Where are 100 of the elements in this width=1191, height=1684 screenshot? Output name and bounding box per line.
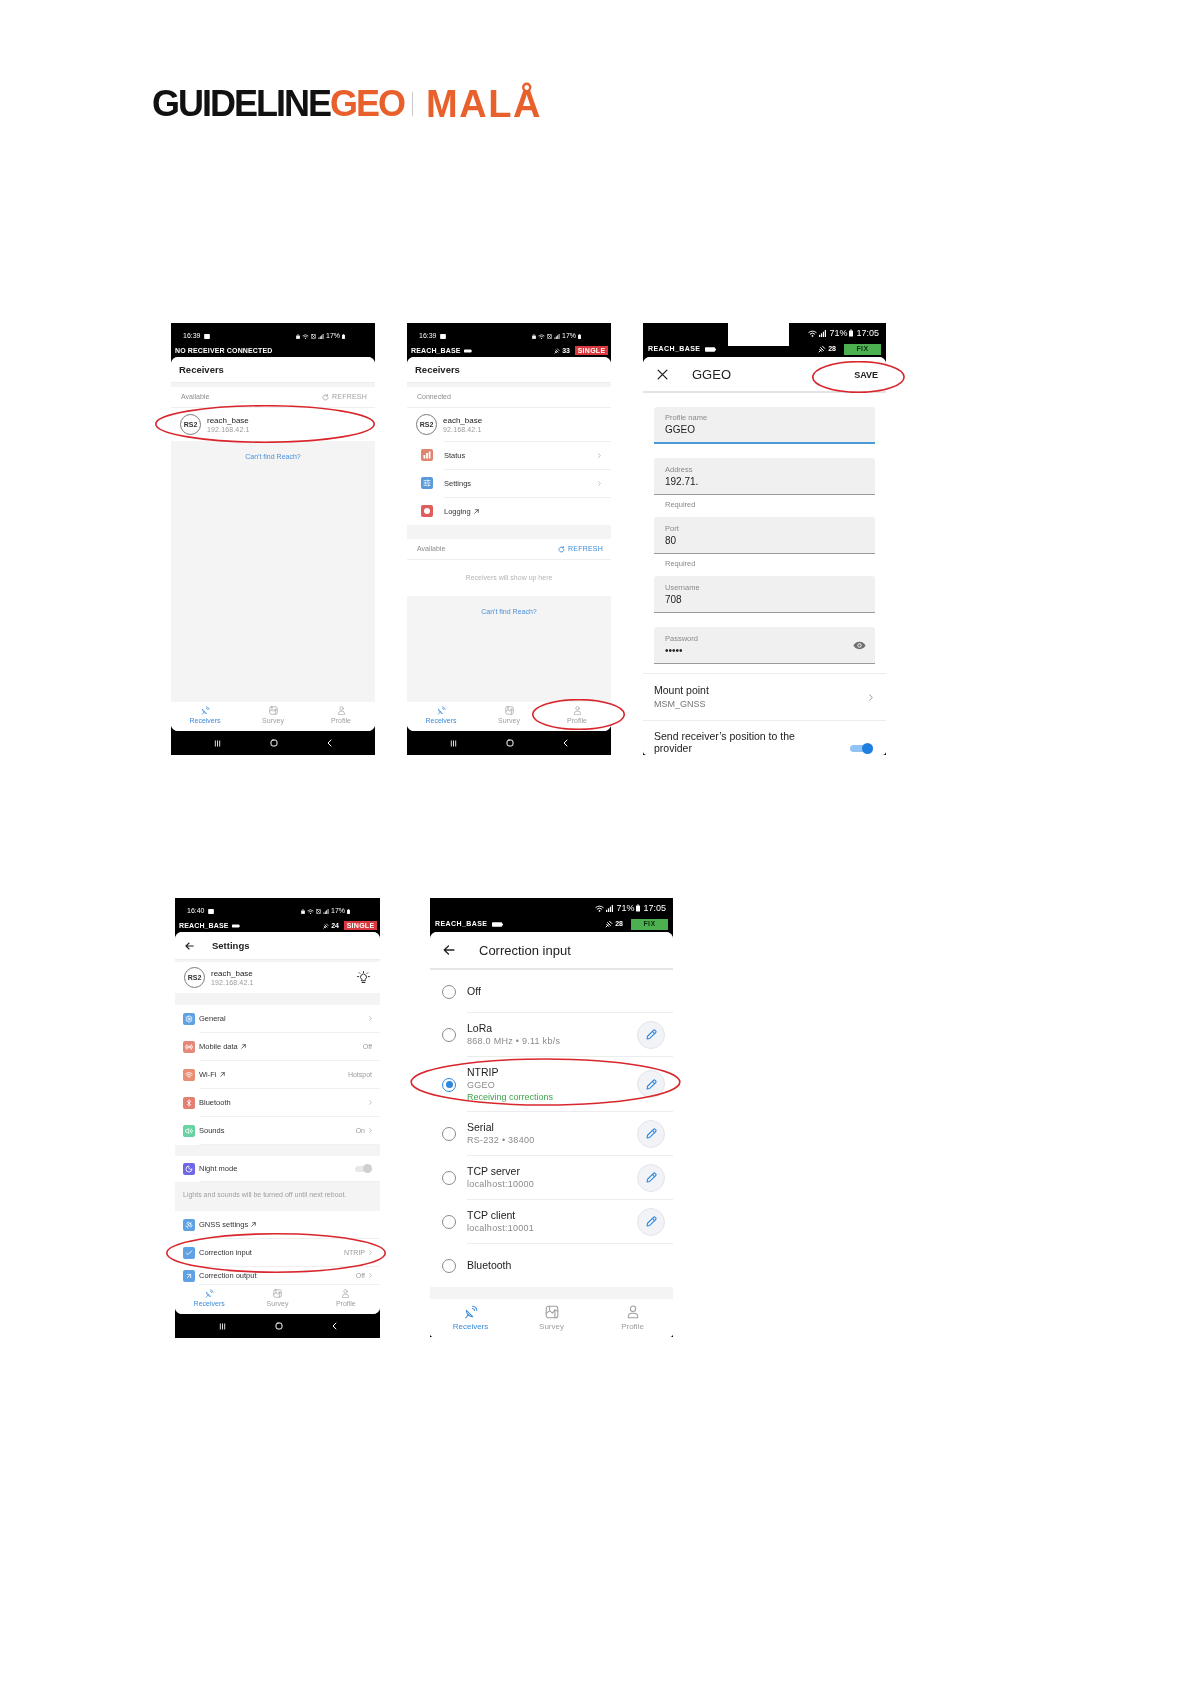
list-item[interactable]: Mount point MSM_GNSS (643, 673, 886, 721)
eye-icon[interactable] (853, 640, 866, 650)
pencil-icon (645, 1078, 657, 1090)
clock-time: 17:05 (643, 902, 666, 914)
edit-button[interactable] (637, 1070, 665, 1098)
wifi-icon (808, 329, 818, 337)
option-label: TCP server (467, 1165, 521, 1178)
lock-icon (532, 333, 536, 339)
back-icon[interactable] (327, 739, 332, 747)
wifi-icon (538, 333, 545, 339)
refresh-icon (558, 545, 566, 553)
toggle-switch[interactable] (850, 743, 873, 754)
mobile-data-icon (547, 333, 552, 339)
refresh-icon (322, 393, 330, 401)
company-logo: GUIDELINEGEO (152, 83, 405, 125)
item-title: Mount point (654, 684, 709, 696)
person-icon (336, 706, 346, 715)
pencil-icon (645, 1216, 657, 1227)
option-details: localhost:10001 (467, 1222, 535, 1234)
satellite-icon (554, 347, 561, 354)
person-icon (341, 1289, 351, 1298)
screen-title: Receivers (179, 364, 224, 375)
home-icon[interactable] (270, 739, 278, 747)
recent-apps-icon[interactable] (450, 739, 457, 747)
person-icon (572, 706, 582, 715)
antenna-icon (436, 706, 446, 715)
image-icon (439, 333, 446, 339)
map-icon (273, 1289, 282, 1298)
product-logo: MALÅ (426, 83, 542, 125)
battery-icon (636, 904, 641, 912)
option-label: Off (467, 984, 481, 998)
recent-apps-icon[interactable] (218, 1322, 226, 1330)
toggle-switch[interactable] (355, 1164, 372, 1173)
antenna-icon (463, 1305, 478, 1319)
signal-icon (323, 908, 329, 914)
battery-percentage: 71% (829, 327, 848, 339)
back-arrow-icon[interactable] (443, 945, 455, 955)
screen-title: Receivers (415, 364, 460, 375)
battery-icon (342, 333, 345, 339)
screen-title: Correction input (479, 942, 571, 958)
signal-icon (819, 329, 827, 337)
map-icon (268, 706, 278, 715)
option-label: Bluetooth (467, 1259, 512, 1272)
option-label: LoRa (467, 1022, 494, 1035)
nav-tab[interactable]: Receivers (430, 1299, 511, 1337)
wifi-icon (307, 908, 314, 914)
option-label: Serial (467, 1121, 495, 1134)
map-icon (544, 1305, 559, 1319)
edit-button[interactable] (637, 1207, 665, 1236)
pencil-icon (645, 1128, 657, 1139)
satellite-icon (818, 345, 827, 353)
row-label: Send receiver’s position to the provider (654, 730, 796, 754)
option-details: 868.0 MHz • 9.11 kb/s (467, 1035, 561, 1047)
image-icon (203, 333, 210, 339)
edit-button[interactable] (637, 1163, 665, 1192)
recent-apps-icon[interactable] (214, 739, 221, 747)
option-details: RS-232 • 38400 (467, 1134, 535, 1146)
antenna-icon (200, 706, 210, 715)
home-icon[interactable] (274, 1322, 283, 1330)
lightbulb-icon[interactable] (357, 971, 370, 984)
close-icon[interactable] (657, 368, 668, 380)
pencil-icon (645, 1029, 657, 1040)
lock-icon (301, 908, 305, 914)
receiver-name: reach_base (207, 415, 250, 425)
battery-icon (347, 908, 350, 914)
pencil-icon (645, 1172, 657, 1183)
edit-button[interactable] (637, 1020, 665, 1049)
image-icon (207, 908, 214, 914)
satellite-icon (605, 920, 614, 928)
option-label: NTRIP (467, 1065, 500, 1079)
screen-title: GGEO (692, 366, 731, 382)
back-arrow-icon[interactable] (185, 941, 194, 950)
lock-icon (296, 333, 300, 339)
option-label: TCP client (467, 1209, 517, 1222)
satellite-icon (323, 922, 330, 929)
receiver-name: reach_base (211, 968, 254, 978)
signal-icon (554, 333, 560, 339)
receiver-name: each_base (443, 415, 483, 425)
item-value: MSM_GNSS (654, 699, 707, 710)
map-icon (504, 706, 514, 715)
wifi-icon (302, 333, 309, 339)
option-status: Receiving corrections (467, 1090, 554, 1103)
battery-icon (578, 333, 581, 339)
signal-icon (318, 333, 324, 339)
battery-percentage: 71% (616, 902, 635, 914)
signal-icon (606, 904, 614, 912)
back-icon[interactable] (563, 739, 568, 747)
battery-icon (849, 329, 854, 337)
wifi-icon (595, 904, 605, 912)
back-icon[interactable] (331, 1322, 337, 1330)
option-details: localhost:10000 (467, 1178, 535, 1190)
home-icon[interactable] (506, 739, 514, 747)
screen-title: Settings (212, 940, 250, 951)
antenna-icon (204, 1289, 214, 1298)
option-details: GGEO (467, 1078, 497, 1091)
mobile-data-icon (316, 908, 321, 914)
edit-button[interactable] (637, 1119, 665, 1148)
person-icon (625, 1305, 640, 1319)
clock-time: 17:05 (856, 327, 879, 339)
mobile-data-icon (311, 333, 316, 339)
